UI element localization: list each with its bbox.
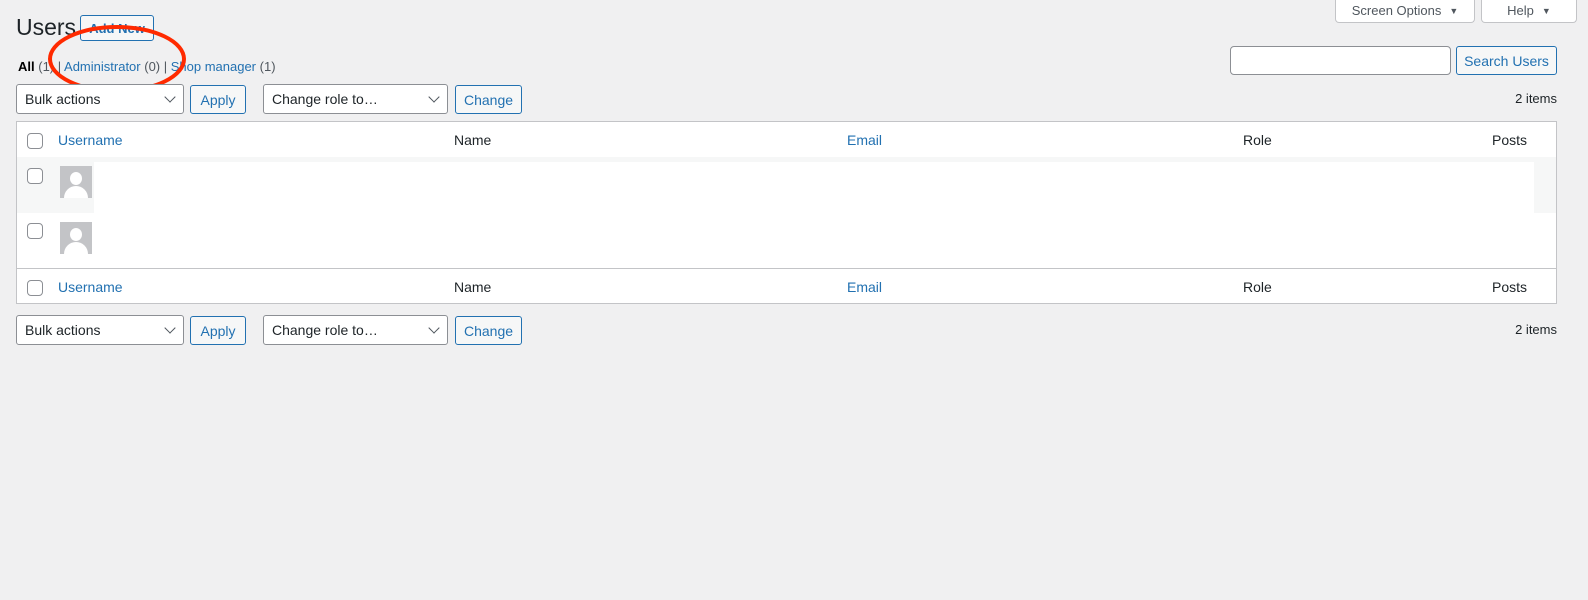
bulk-actions-label: Bulk actions (25, 91, 101, 107)
table-row (17, 213, 1556, 268)
triangle-down-icon: ▼ (1449, 5, 1459, 16)
table-footer: Username Name Email Role Posts (17, 268, 1556, 304)
change-role-label: Change role to… (272, 91, 378, 107)
filter-shop-manager-count: (1) (259, 59, 276, 74)
screen-options-button[interactable]: Screen Options ▼ (1335, 0, 1475, 23)
column-role: Role (1243, 279, 1272, 295)
avatar (60, 166, 92, 198)
select-all-checkbox[interactable] (27, 133, 43, 149)
avatar (60, 222, 92, 254)
help-button[interactable]: Help ▼ (1481, 0, 1577, 23)
items-count-top: 2 items (1515, 91, 1557, 106)
column-username[interactable]: Username (58, 132, 123, 148)
column-username[interactable]: Username (58, 279, 123, 295)
change-role-label: Change role to… (272, 322, 378, 338)
table-header: Username Name Email Role Posts (17, 122, 1556, 158)
row-checkbox[interactable] (27, 168, 43, 184)
chevron-down-icon (164, 322, 176, 334)
users-table: Username Name Email Role Posts Username … (16, 121, 1557, 304)
change-button-bottom[interactable]: Change (455, 316, 522, 345)
row-checkbox[interactable] (27, 223, 43, 239)
column-name: Name (454, 279, 492, 295)
search-input[interactable] (1230, 46, 1451, 75)
column-role: Role (1243, 132, 1272, 148)
bulk-actions-label: Bulk actions (25, 322, 101, 338)
apply-button-bottom[interactable]: Apply (190, 316, 246, 345)
table-row (17, 157, 1556, 213)
items-count-bottom: 2 items (1515, 322, 1557, 337)
column-posts: Posts (1491, 279, 1527, 295)
bulk-actions-select-bottom[interactable]: Bulk actions (16, 315, 184, 345)
change-role-select-top[interactable]: Change role to… (263, 84, 448, 114)
change-button-top[interactable]: Change (455, 85, 522, 114)
column-name: Name (454, 132, 492, 148)
search-users-button[interactable]: Search Users (1456, 46, 1557, 75)
select-all-checkbox-footer[interactable] (27, 280, 43, 296)
column-posts: Posts (1491, 132, 1527, 148)
screen-options-label: Screen Options (1351, 3, 1442, 18)
change-role-select-bottom[interactable]: Change role to… (263, 315, 448, 345)
chevron-down-icon (428, 91, 440, 103)
chevron-down-icon (428, 322, 440, 334)
filter-all-label: All (18, 59, 35, 74)
apply-button-top[interactable]: Apply (190, 85, 246, 114)
bulk-actions-select-top[interactable]: Bulk actions (16, 84, 184, 114)
help-label: Help (1507, 3, 1534, 18)
triangle-down-icon: ▼ (1541, 5, 1551, 16)
column-email[interactable]: Email (847, 132, 882, 148)
column-email[interactable]: Email (847, 279, 882, 295)
chevron-down-icon (164, 91, 176, 103)
